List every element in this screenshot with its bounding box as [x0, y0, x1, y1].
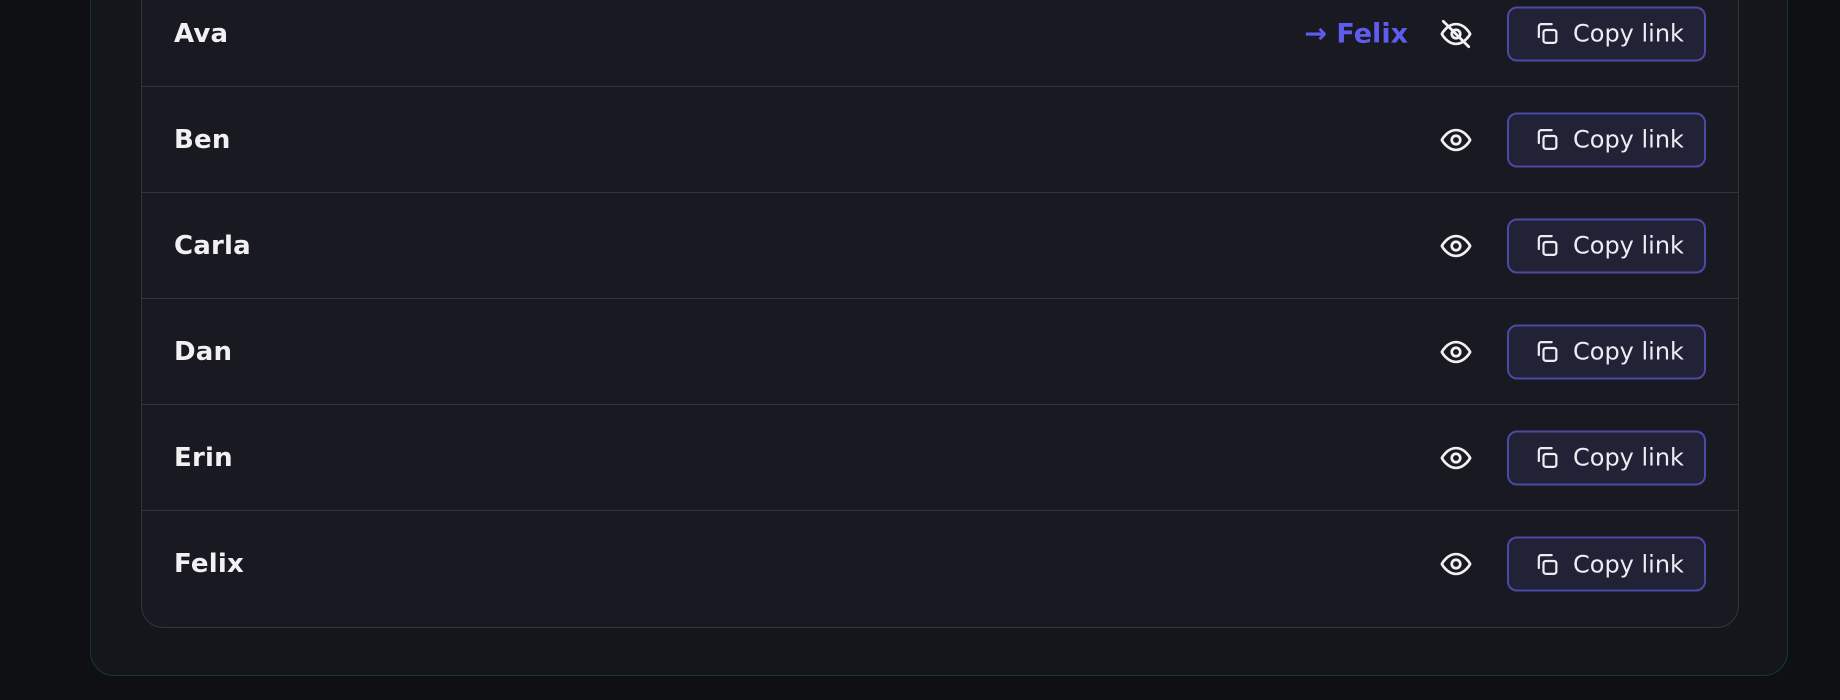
- participant-name: Carla: [174, 230, 251, 261]
- eye-off-icon: [1440, 19, 1472, 48]
- copy-link-label: Copy link: [1573, 337, 1684, 366]
- participant-name: Dan: [174, 336, 233, 367]
- visibility-toggle[interactable]: [1437, 333, 1475, 371]
- visibility-toggle[interactable]: [1437, 15, 1475, 53]
- eye-icon: [1440, 234, 1472, 257]
- copy-link-label: Copy link: [1573, 231, 1684, 260]
- assignment-label: → Felix: [1304, 18, 1408, 49]
- list-item: Ava → Felix Copy link: [142, 0, 1738, 87]
- copy-icon: [1533, 550, 1561, 578]
- copy-link-button[interactable]: Copy link: [1507, 430, 1706, 485]
- eye-icon: [1440, 446, 1472, 469]
- copy-icon: [1533, 20, 1561, 48]
- copy-icon: [1533, 126, 1561, 154]
- copy-icon: [1533, 338, 1561, 366]
- eye-icon: [1440, 128, 1472, 151]
- visibility-toggle[interactable]: [1437, 227, 1475, 265]
- copy-link-button[interactable]: Copy link: [1507, 218, 1706, 273]
- participant-name: Ava: [174, 18, 229, 49]
- eye-icon: [1440, 340, 1472, 363]
- participant-name: Erin: [174, 442, 233, 473]
- participant-name: Felix: [174, 549, 244, 579]
- participant-list: Ava → Felix Copy link Ben Copy link Carl…: [141, 0, 1739, 628]
- copy-link-label: Copy link: [1573, 550, 1684, 578]
- list-item: Felix Copy link: [142, 511, 1738, 617]
- copy-link-button[interactable]: Copy link: [1507, 324, 1706, 379]
- copy-link-label: Copy link: [1573, 443, 1684, 472]
- list-item: Erin Copy link: [142, 405, 1738, 511]
- participant-name: Ben: [174, 124, 231, 155]
- visibility-toggle[interactable]: [1437, 439, 1475, 477]
- visibility-toggle[interactable]: [1437, 545, 1475, 583]
- list-item: Dan Copy link: [142, 299, 1738, 405]
- copy-link-label: Copy link: [1573, 125, 1684, 154]
- list-item: Carla Copy link: [142, 193, 1738, 299]
- copy-icon: [1533, 232, 1561, 260]
- copy-link-button[interactable]: Copy link: [1507, 536, 1706, 592]
- copy-icon: [1533, 444, 1561, 472]
- copy-link-button[interactable]: Copy link: [1507, 112, 1706, 167]
- visibility-toggle[interactable]: [1437, 121, 1475, 159]
- eye-icon: [1440, 552, 1472, 576]
- copy-link-button[interactable]: Copy link: [1507, 6, 1706, 61]
- list-item: Ben Copy link: [142, 87, 1738, 193]
- copy-link-label: Copy link: [1573, 19, 1684, 48]
